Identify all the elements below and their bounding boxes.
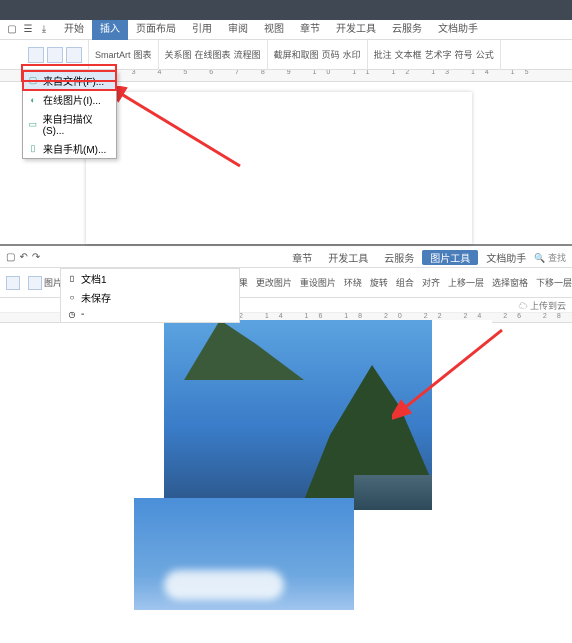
flowchart-label[interactable]: 流程图	[234, 48, 261, 61]
undo-icon[interactable]: ↶	[19, 252, 27, 263]
cloud-upload[interactable]: ☁ 上传到云	[518, 299, 572, 312]
tab-cloud-b[interactable]: 云服务	[376, 250, 422, 265]
dash-label: -	[81, 309, 84, 320]
online-chart-label[interactable]: 在线图表	[195, 48, 231, 61]
scanner-label: 来自扫描仪(S)...	[43, 111, 112, 137]
phone-icon: ▯	[27, 143, 39, 155]
new-icon[interactable]: ▢	[6, 24, 18, 36]
tab-section[interactable]: 章节	[292, 20, 328, 40]
picture-icon[interactable]	[28, 47, 44, 63]
screenshot-label[interactable]: 截屏和取图	[274, 48, 319, 61]
dropdown-phone[interactable]: ▯ 来自手机(M)...	[23, 139, 116, 158]
change-label[interactable]: 更改图片	[256, 276, 292, 289]
up-layer-label[interactable]: 上移一层	[448, 276, 484, 289]
rotate-label[interactable]: 旋转	[370, 276, 388, 289]
unsaved-label: 未保存	[81, 290, 111, 305]
dash-row: ◷ -	[61, 307, 239, 322]
relation-chart-label[interactable]: 关系图	[165, 48, 192, 61]
unsaved-icon: ○	[67, 293, 77, 303]
quick-access-bottom: ▢ ↶ ↷	[0, 252, 46, 263]
dropdown-online[interactable]: ◐ 在线图片(I)...	[23, 90, 116, 109]
doc-name-label: 文档1	[81, 271, 107, 286]
tab-section-b[interactable]: 章节	[284, 250, 320, 265]
chart-icon[interactable]	[66, 47, 82, 63]
ribbon-group-content: 截屏和取图 页码 水印	[268, 40, 368, 70]
down-layer-label[interactable]: 下移一层	[536, 276, 572, 289]
ribbon-group-smartart: SmartArt 图表	[89, 40, 159, 70]
save-icon[interactable]: ⤓	[38, 24, 50, 36]
tab-developer-b[interactable]: 开发工具	[320, 250, 376, 265]
tab-developer[interactable]: 开发工具	[328, 20, 384, 40]
mountain-image[interactable]	[164, 320, 432, 500]
tab-view[interactable]: 视图	[256, 20, 292, 40]
search-button[interactable]: 🔍 查找	[534, 251, 572, 264]
scanner-icon: ▭	[27, 118, 39, 130]
ribbon-group-charts: 关系图 在线图表 流程图	[159, 40, 268, 70]
chart-label[interactable]: 图表	[134, 48, 152, 61]
insert-picture-dropdown: ▢ 来自文件(F)... ◐ 在线图片(I)... ▭ 来自扫描仪(S)... …	[22, 70, 117, 159]
open-icon[interactable]: ☰	[22, 24, 34, 36]
document-page-blank	[86, 92, 472, 244]
online-icon: ◐	[27, 94, 39, 106]
ribbon-tabs-bottom: ▢ ↶ ↷ 章节 开发工具 云服务 图片工具 文档助手 🔍 查找	[0, 248, 572, 268]
dropdown-from-file[interactable]: ▢ 来自文件(F)...	[23, 71, 116, 90]
online-label: 在线图片(I)...	[43, 92, 101, 107]
tab-page-layout[interactable]: 页面布局	[128, 20, 184, 40]
doc-icon: ▯	[67, 274, 77, 284]
doc-name-row[interactable]: ▯ 文档1	[61, 269, 239, 288]
tab-insert[interactable]: 插入	[92, 20, 128, 40]
window-titlebar	[0, 0, 572, 20]
wrap-label[interactable]: 环绕	[344, 276, 362, 289]
tab-doc-helper[interactable]: 文档助手	[430, 20, 486, 40]
watermark-label[interactable]: 水印	[343, 48, 361, 61]
tab-doc-helper-b[interactable]: 文档助手	[478, 250, 534, 265]
quick-access-toolbar: ▢ ☰ ⤓	[0, 24, 56, 36]
top-screenshot: ▢ ☰ ⤓ 开始 插入 页面布局 引用 审阅 视图 章节 开发工具 云服务 文档…	[0, 0, 572, 246]
document-info-panel: ▯ 文档1 ○ 未保存 ◷ -	[60, 268, 240, 323]
clock-icon: ◷	[67, 310, 77, 320]
dropdown-scanner[interactable]: ▭ 来自扫描仪(S)...	[23, 109, 116, 139]
comment-label[interactable]: 批注	[374, 48, 392, 61]
align-label[interactable]: 对齐	[422, 276, 440, 289]
ribbon-group-text: 批注 文本框 艺术字 符号 公式	[368, 40, 501, 70]
bottom-screenshot: ▢ ↶ ↷ 章节 开发工具 云服务 图片工具 文档助手 🔍 查找 ▯ 文档1 ○…	[0, 248, 572, 643]
lake-image[interactable]	[354, 475, 432, 510]
tab-references[interactable]: 引用	[184, 20, 220, 40]
reset-label[interactable]: 重设图片	[300, 276, 336, 289]
pagenum-label[interactable]: 页码	[322, 48, 340, 61]
wordart-label[interactable]: 艺术字	[425, 48, 452, 61]
tab-start[interactable]: 开始	[56, 20, 92, 40]
new-icon[interactable]: ▢	[6, 252, 15, 263]
file-icon: ▢	[27, 75, 39, 87]
formula-label[interactable]: 公式	[476, 48, 494, 61]
sky-image[interactable]	[134, 498, 354, 610]
select-pane-label[interactable]: 选择窗格	[492, 276, 528, 289]
redo-icon[interactable]: ↷	[32, 252, 40, 263]
tab-picture-tools[interactable]: 图片工具	[422, 250, 478, 265]
inserted-images[interactable]	[134, 320, 432, 610]
phone-label: 来自手机(M)...	[43, 141, 106, 156]
tab-cloud[interactable]: 云服务	[384, 20, 430, 40]
tab-review[interactable]: 审阅	[220, 20, 256, 40]
group-label[interactable]: 组合	[396, 276, 414, 289]
shadow-icon[interactable]	[28, 276, 42, 290]
textbox-label[interactable]: 文本框	[395, 48, 422, 61]
ribbon-insert: SmartArt 图表 关系图 在线图表 流程图 截屏和取图 页码 水印 批注 …	[0, 40, 572, 70]
shape-icon[interactable]	[47, 47, 63, 63]
ribbon-group-images	[22, 40, 89, 70]
picture-insert-icon[interactable]	[6, 276, 20, 290]
ribbon-tabs: ▢ ☰ ⤓ 开始 插入 页面布局 引用 审阅 视图 章节 开发工具 云服务 文档…	[0, 20, 572, 40]
unsaved-row: ○ 未保存	[61, 288, 239, 307]
symbol-label[interactable]: 符号	[455, 48, 473, 61]
smartart-label[interactable]: SmartArt	[95, 50, 131, 60]
from-file-label: 来自文件(F)...	[43, 73, 104, 88]
